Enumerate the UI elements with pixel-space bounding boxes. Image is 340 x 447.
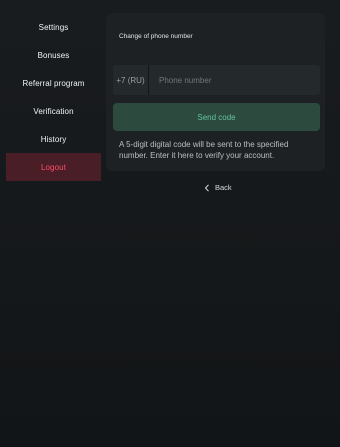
chevron-left-icon xyxy=(204,183,210,192)
phone-input-group: +7 (RU) xyxy=(113,65,320,95)
sidebar-item-logout[interactable]: Logout xyxy=(6,153,101,181)
send-code-button[interactable]: Send code xyxy=(113,103,320,131)
phone-number-input[interactable] xyxy=(149,65,320,95)
sidebar-item-verification[interactable]: Verification xyxy=(6,97,101,125)
sidebar-item-settings[interactable]: Settings xyxy=(6,13,101,41)
sidebar-item-referral-program[interactable]: Referral program xyxy=(6,69,101,97)
info-text: A 5-digit digital code will be sent to t… xyxy=(119,140,289,160)
back-label: Back xyxy=(215,183,232,192)
sidebar-item-bonuses[interactable]: Bonuses xyxy=(6,41,101,69)
sidebar-item-history[interactable]: History xyxy=(6,125,101,153)
country-code-select[interactable]: +7 (RU) xyxy=(113,65,149,95)
phone-change-card: Change of phone number +7 (RU) Send code… xyxy=(106,13,325,171)
card-title: Change of phone number xyxy=(119,33,193,40)
back-link[interactable]: Back xyxy=(204,183,232,192)
sidebar: Settings Bonuses Referral program Verifi… xyxy=(0,0,106,447)
app-window: Settings Bonuses Referral program Verifi… xyxy=(0,0,340,447)
